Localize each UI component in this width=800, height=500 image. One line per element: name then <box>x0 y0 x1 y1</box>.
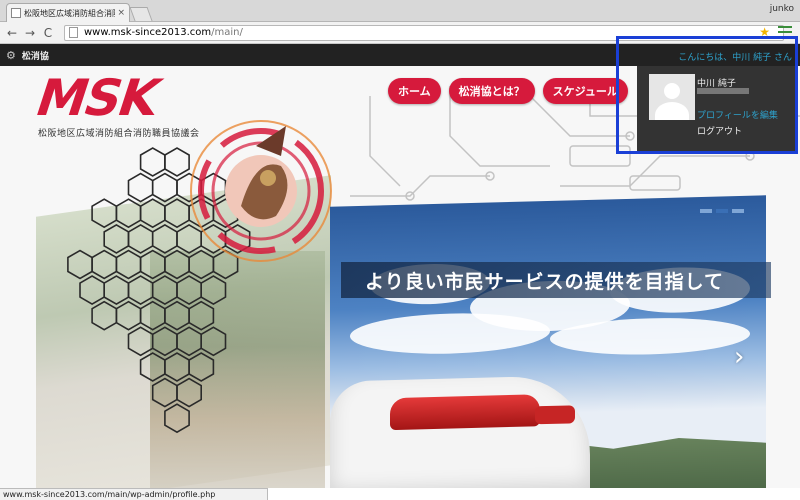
page-favicon-icon <box>11 8 21 18</box>
hexagon-shape <box>103 275 130 306</box>
slider-next-icon[interactable]: › <box>734 342 744 372</box>
hexagon-shape <box>115 300 142 331</box>
logout-link[interactable]: ログアウト <box>697 124 742 137</box>
logo-mark: MSK <box>28 69 166 127</box>
hexagon-shape <box>164 300 190 331</box>
hexagon-shape <box>151 275 178 306</box>
hexagon-shape <box>115 249 142 280</box>
back-icon[interactable]: ← <box>4 25 20 41</box>
new-tab-button[interactable] <box>129 7 153 21</box>
slider-pager <box>700 209 744 213</box>
edit-profile-link[interactable]: プロフィールを編集 <box>697 108 778 121</box>
logo-subtitle: 松阪地区広域消防組合消防職員協議会 <box>38 129 200 139</box>
browser-profile-name[interactable]: junko <box>770 4 794 14</box>
nav-about-button[interactable]: 松消協とは？ <box>448 78 535 104</box>
hexagon-shape <box>127 172 154 203</box>
hexagon-shape <box>139 300 166 331</box>
site-nav: ホーム 松消協とは？ スケジュール <box>388 78 628 104</box>
hexagon-shape <box>79 275 106 306</box>
hexagon-shape <box>176 275 202 306</box>
hexagon-shape <box>91 198 118 229</box>
browser-tab[interactable]: 松阪地区広域消防組合消防職員協 × <box>6 3 130 22</box>
hexagon-shape <box>91 300 118 331</box>
url-host: www.msk-since2013.com <box>84 27 212 38</box>
slider-dot[interactable] <box>732 209 744 213</box>
browser-toolbar: ← → C www.msk-since2013.com/main/ <box>0 22 800 44</box>
wp-admin-bar: ⚙ 松消協 こんにちは、中川 純子 さん <box>0 44 800 66</box>
hexagon-shape <box>139 352 166 382</box>
address-bar[interactable]: www.msk-since2013.com/main/ <box>64 24 784 41</box>
hexagon-shape <box>127 326 154 357</box>
browser-tabbar: 松阪地区広域消防組合消防職員協 × junko <box>0 0 800 22</box>
hexagon-shape <box>164 403 190 434</box>
hero-tagline: より良い市民サービスの提供を目指して <box>341 262 771 298</box>
hexagon-shape <box>91 249 118 280</box>
hexagon-shape <box>127 275 154 306</box>
page-icon <box>69 27 78 38</box>
site-logo[interactable]: MSK 松阪地区広域消防組合消防職員協議会 <box>29 69 200 139</box>
hexagon-shape <box>151 326 178 357</box>
nav-home-button[interactable]: ホーム <box>388 78 441 104</box>
ambulance <box>330 374 590 488</box>
bookmark-star-icon[interactable]: ★ <box>759 25 770 39</box>
hexagon-shape <box>188 352 215 382</box>
hero-slide-image <box>330 195 766 488</box>
ambulance-lightbar <box>390 394 540 431</box>
redacted-username <box>697 88 749 94</box>
slider-dot-active[interactable] <box>716 209 728 213</box>
browser-menu-icon[interactable] <box>778 26 792 38</box>
hexagon-shape <box>103 223 130 254</box>
hexagon-shape <box>200 326 227 357</box>
tab-title: 松阪地区広域消防組合消防職員協 <box>24 8 115 18</box>
slider-dot[interactable] <box>700 209 712 213</box>
hexagon-shape <box>139 198 166 229</box>
my-account-greeting[interactable]: こんにちは、中川 純子 さん <box>678 50 792 63</box>
forward-icon[interactable]: → <box>22 25 38 41</box>
status-url: www.msk-since2013.com/main/wp-admin/prof… <box>0 488 268 500</box>
hexagon-shape <box>139 147 166 177</box>
site-name-link[interactable]: 松消協 <box>22 49 49 62</box>
hexagon-shape <box>127 223 154 254</box>
hexagon-shape <box>200 275 227 306</box>
hexagon-shape <box>151 172 178 203</box>
avatar[interactable] <box>649 74 695 120</box>
hexagon-shape <box>176 377 202 408</box>
hexagon-shape <box>115 198 142 229</box>
dashboard-icon[interactable]: ⚙ <box>6 49 16 62</box>
reload-icon[interactable]: C <box>40 25 56 41</box>
hexagon-shape <box>164 352 190 382</box>
mascot-emblem <box>190 120 332 262</box>
hexagon-shape <box>176 326 202 357</box>
hexagon-shape <box>67 249 93 280</box>
hexagon-shape <box>188 300 215 331</box>
hexagon-shape <box>151 377 178 408</box>
account-dropdown: 中川 純子 プロフィールを編集 ログアウト <box>637 66 797 151</box>
nav-schedule-button[interactable]: スケジュール <box>542 78 628 104</box>
ambulance-light <box>535 405 575 425</box>
close-tab-icon[interactable]: × <box>117 8 125 18</box>
url-path: /main/ <box>211 27 243 38</box>
hexagon-shape <box>139 249 166 280</box>
hexagon-shape <box>151 223 178 254</box>
